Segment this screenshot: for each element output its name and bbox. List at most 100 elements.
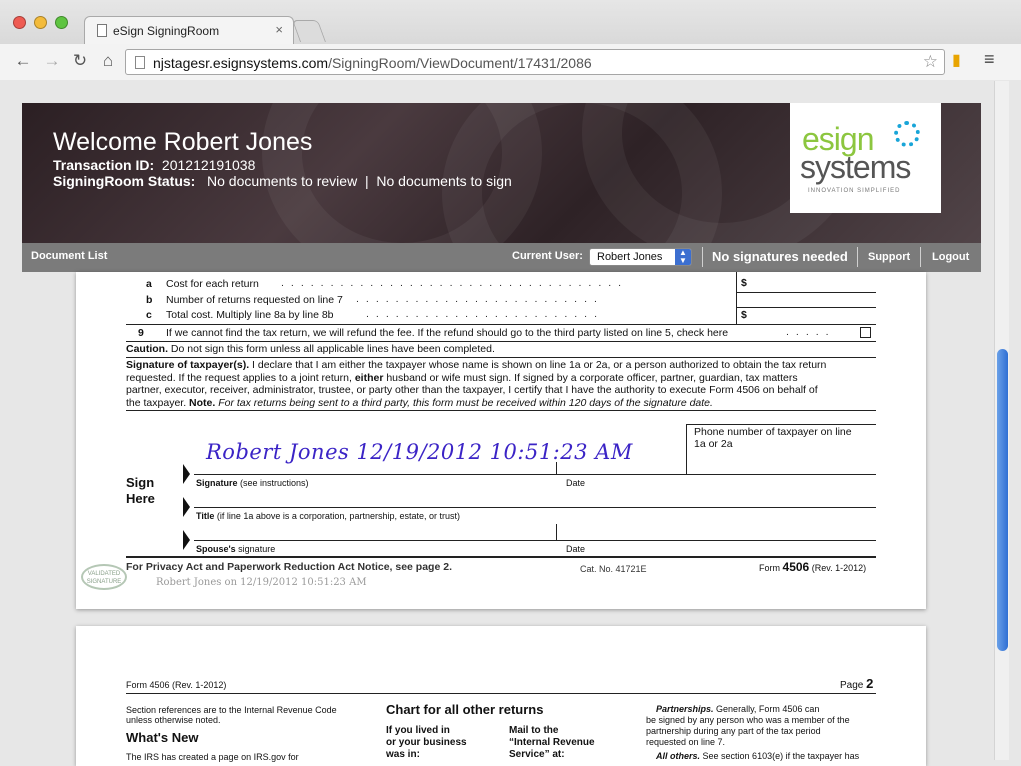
leader-dots: ........................ [366,308,605,320]
col3-text: Generally, Form 4506 can [716,704,820,714]
sign-arrow-icon [183,464,190,484]
sign-here-label: Sign [126,475,155,490]
logo-ring-icon [894,121,920,147]
chart-title: Chart for all other returns [386,702,544,717]
col2-heading: If you lived in [386,725,450,736]
col2-heading: or your business [386,737,467,748]
minimize-window-button[interactable] [34,16,47,29]
sig-text-3: partner, executor, receiver, administrat… [126,384,818,396]
tab-title: eSign SigningRoom [113,24,220,38]
address-bar[interactable]: njstagesr.esignsystems.com/SigningRoom/V… [125,49,945,75]
caution-label: Caution. [126,343,168,355]
welcome-heading: Welcome Robert Jones [53,128,313,156]
line-a-text: Cost for each return [166,278,259,290]
validated-signature-stamp: VALIDATED SIGNATURE [81,564,127,590]
line-c-text: Total cost. Multiply line 8a by line 8b [166,309,334,321]
txn-value: 201212191038 [161,157,256,173]
txn-label: Transaction ID: [53,157,155,173]
rule [126,357,876,358]
line-c-letter: c [146,309,152,321]
browser-chrome: eSign SigningRoom × ← → ↻ ⌂ njstagesr.es… [0,0,1021,80]
extension-icon[interactable]: ▮ [952,50,972,70]
home-icon[interactable]: ⌂ [97,51,119,71]
col3-text: partnership during any part of the tax p… [646,726,821,736]
nav-divider [857,247,858,267]
document-list-link[interactable]: Document List [31,250,107,262]
scrollbar-thumb[interactable] [997,349,1008,651]
col3-text: requested on line 7. [646,737,726,747]
new-tab-button[interactable] [291,20,327,42]
rule [126,341,876,342]
transaction-id: Transaction ID: 201212191038 [53,157,255,173]
phone-label-2: 1a or 2a [694,438,733,450]
leader-dots: ................................... [281,277,629,289]
sig-text-2b: either [354,371,384,384]
current-user-label: Current User: [512,250,583,262]
col1-text: unless otherwise noted. [126,715,221,725]
status-value: No documents to review | No documents to… [207,173,512,189]
line-b-letter: b [146,294,153,306]
stamp-subtext: Robert Jones on 12/19/2012 10:51:23 AM [156,577,367,588]
cat-number: Cat. No. 41721E [580,564,647,574]
menu-icon[interactable]: ≡ [984,49,995,70]
line-a-letter: a [146,278,152,290]
zoom-window-button[interactable] [55,16,68,29]
signature-declaration: Signature of taxpayer(s). I declare that… [126,359,876,409]
line-9-number: 9 [138,327,144,339]
date-label: Date [566,544,586,554]
title-label-bold: Title [196,511,215,521]
browser-tab[interactable]: eSign SigningRoom × [84,16,294,44]
close-window-button[interactable] [13,16,26,29]
signature-status: No signatures needed [712,249,848,264]
spouse-label: Spouse's signature [196,543,275,556]
rule [736,307,876,308]
col1-text: Section references are to the Internal R… [126,705,337,715]
signingroom-status: SigningRoom Status: No documents to revi… [53,173,512,189]
rule [126,693,876,694]
signature-value[interactable]: Robert Jones 12/19/2012 10:51:23 AM [206,440,633,464]
page-number-label: Page 2 [840,676,874,693]
page-icon [135,56,145,69]
forward-arrow-icon[interactable]: → [41,51,63,71]
app-nav-bar: Document List Current User: Robert Jones… [22,243,981,272]
col2-heading: Mail to the [509,725,559,736]
signature-note: (see instructions) [240,478,309,488]
rule [736,272,737,324]
sig-text-4c: For tax returns being sent to a third pa… [218,396,713,409]
page-scrollbar[interactable] [994,81,1009,760]
support-link[interactable]: Support [868,251,910,263]
rule [194,507,876,508]
rule [194,474,876,475]
sign-arrow-icon [183,530,190,550]
page-icon [97,24,107,37]
current-user-select[interactable]: Robert Jones ▲ ▼ [589,248,692,266]
tab-strip: eSign SigningRoom × [0,0,1021,44]
logout-link[interactable]: Logout [932,251,969,263]
current-user-value: Robert Jones [597,251,663,263]
esign-logo: esign systems INNOVATION SIMPLIFIED [790,103,941,213]
form-prefix: Form [759,563,780,573]
tab-close-icon[interactable]: × [275,22,283,37]
back-arrow-icon[interactable]: ← [12,51,34,71]
sig-label: Signature of taxpayer(s). [126,359,250,371]
rule [686,424,876,425]
rule [126,324,876,325]
document-page-1: a Cost for each return .................… [76,272,926,609]
rule [686,424,687,474]
line-a-dollar: $ [741,277,747,289]
refund-checkbox[interactable] [860,327,871,338]
col3-line: Partnerships. Generally, Form 4506 can [656,704,819,714]
spouse-label-bold: Spouse's [196,544,236,554]
rule [736,292,876,293]
line-c-dollar: $ [741,309,747,321]
line-9-text: If we cannot find the tax return, we wil… [166,327,729,339]
page-number: 2 [866,676,874,691]
col3-text: be signed by any person who was a member… [646,715,850,725]
url-text: njstagesr.esignsystems.com/SigningRoom/V… [153,55,592,71]
reload-icon[interactable]: ↻ [69,51,91,71]
rule [194,540,876,541]
sign-here-label: Here [126,491,155,506]
bookmark-star-icon[interactable]: ☆ [923,52,938,72]
status-label: SigningRoom Status: [53,173,196,189]
caution-text: Do not sign this form unless all applica… [170,343,495,355]
